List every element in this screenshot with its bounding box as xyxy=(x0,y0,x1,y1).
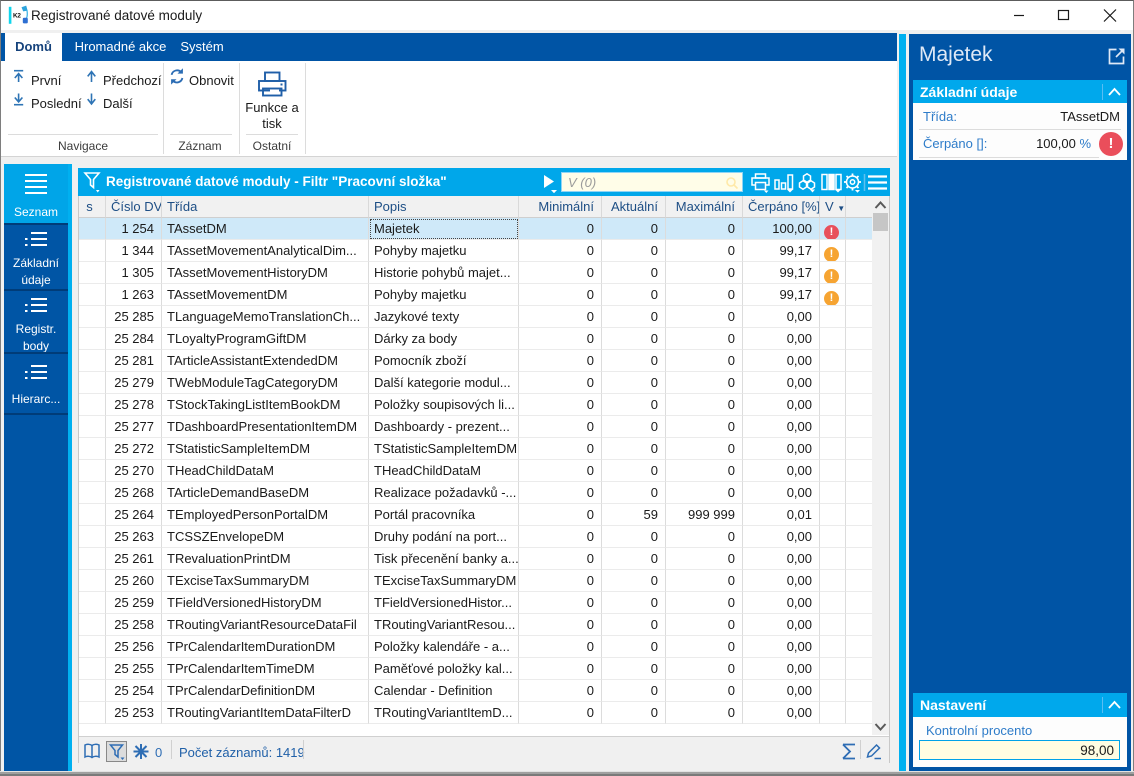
svg-text:K2: K2 xyxy=(13,13,21,20)
